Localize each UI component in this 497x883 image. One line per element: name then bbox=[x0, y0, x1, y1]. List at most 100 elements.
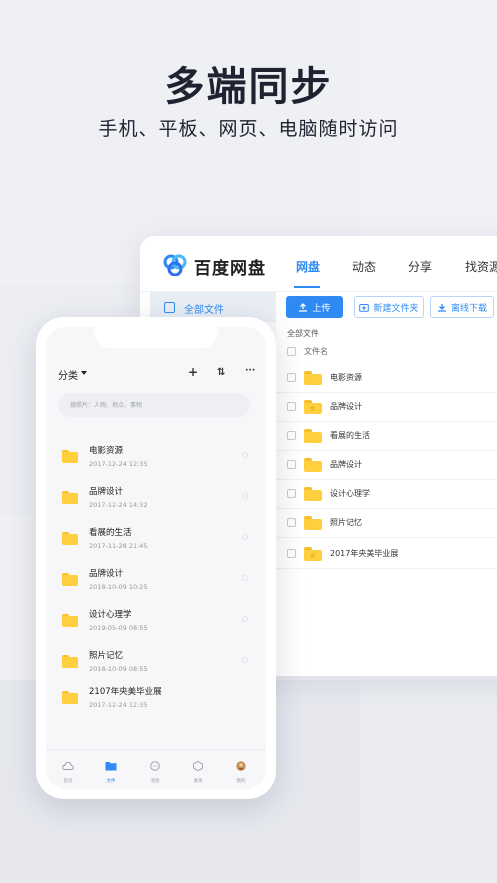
row-checkbox[interactable] bbox=[287, 402, 296, 411]
tab-messages[interactable]: 消息 bbox=[140, 756, 170, 784]
new-folder-label: 新建文件夹 bbox=[373, 303, 419, 314]
tab-label: 首页 bbox=[63, 779, 73, 784]
shared-folder-icon bbox=[304, 400, 322, 414]
column-header-filename[interactable]: 文件名 bbox=[304, 346, 328, 357]
tab-discover[interactable]: 发现 bbox=[183, 756, 213, 784]
nav-share[interactable]: 分享 bbox=[408, 258, 432, 275]
phone-screen: 分类 + ⇅ ··· 搜照片：人物、地点、事物 电影资源 2017-12-24 … bbox=[46, 327, 266, 789]
phone-notch bbox=[94, 327, 218, 348]
nav-netdisk[interactable]: 网盘 bbox=[296, 258, 320, 275]
upload-label: 上传 bbox=[312, 303, 331, 314]
file-date: 2017-12-24 14:32 bbox=[89, 501, 148, 509]
nav-find-resources[interactable]: 找资源 bbox=[465, 258, 497, 275]
file-name: 设计心理学 bbox=[89, 610, 132, 620]
row-checkbox[interactable] bbox=[287, 518, 296, 527]
bottom-tab-bar: 首页 文件 消息 发现 我的 bbox=[46, 749, 266, 789]
folder-icon bbox=[304, 429, 322, 443]
new-folder-button[interactable]: 新建文件夹 bbox=[354, 296, 424, 318]
file-name: 2017年央美毕业展 bbox=[330, 549, 399, 558]
tab-label: 消息 bbox=[150, 779, 160, 784]
file-name: 照片记忆 bbox=[330, 518, 362, 527]
file-row[interactable]: 电影资源 bbox=[276, 364, 497, 393]
file-name: 看展的生活 bbox=[89, 528, 132, 538]
upload-icon bbox=[299, 302, 308, 312]
folder-icon bbox=[105, 762, 117, 771]
upload-button[interactable]: 上传 bbox=[286, 296, 343, 318]
desktop-top-bar: 百度网盘 网盘 动态 分享 找资源 bbox=[140, 236, 497, 292]
folder-icon bbox=[62, 450, 78, 463]
tab-label: 我的 bbox=[236, 779, 246, 784]
more-button[interactable]: ··· bbox=[245, 366, 255, 376]
brand-name: 百度网盘 bbox=[194, 259, 266, 279]
files-icon bbox=[164, 302, 175, 313]
select-radio[interactable] bbox=[242, 452, 248, 458]
offline-download-label: 离线下载 bbox=[450, 303, 487, 314]
file-date: 2019-05-09 08:55 bbox=[89, 624, 148, 632]
phone-frame: 分类 + ⇅ ··· 搜照片：人物、地点、事物 电影资源 2017-12-24 … bbox=[36, 317, 276, 799]
folder-icon bbox=[304, 371, 322, 385]
download-icon bbox=[437, 303, 446, 312]
file-row[interactable]: 照片记忆 bbox=[276, 509, 497, 538]
breadcrumb[interactable]: 全部文件 bbox=[287, 328, 319, 339]
select-radio[interactable] bbox=[242, 575, 248, 581]
sort-button[interactable]: ⇅ bbox=[217, 367, 225, 378]
nav-activity[interactable]: 动态 bbox=[352, 258, 376, 275]
list-item[interactable]: 电影资源 2017-12-24 12:35 bbox=[46, 440, 266, 480]
folder-icon bbox=[62, 573, 78, 586]
list-item[interactable]: 品牌设计 2017-12-24 14:32 bbox=[46, 481, 266, 521]
category-filter[interactable]: 分类 bbox=[58, 367, 78, 382]
file-date: 2018-10-09 10:25 bbox=[89, 583, 148, 591]
select-radio[interactable] bbox=[242, 493, 248, 499]
folder-icon bbox=[304, 516, 322, 530]
row-checkbox[interactable] bbox=[287, 431, 296, 440]
search-placeholder: 搜照片：人物、地点、事物 bbox=[70, 402, 143, 409]
file-row[interactable]: 品牌设计 bbox=[276, 393, 497, 422]
tab-files[interactable]: 文件 bbox=[96, 756, 126, 784]
file-list-header: 文件名 bbox=[287, 346, 497, 364]
list-item[interactable]: 2107年央美毕业展 2017-12-24 12:35 bbox=[46, 681, 266, 721]
file-name: 品牌设计 bbox=[89, 569, 124, 579]
list-item[interactable]: 照片记忆 2018-10-09 08:55 bbox=[46, 645, 266, 685]
file-row[interactable]: 2017年央美毕业展 bbox=[276, 540, 497, 569]
row-checkbox[interactable] bbox=[287, 489, 296, 498]
select-all-checkbox[interactable] bbox=[287, 347, 296, 356]
row-checkbox[interactable] bbox=[287, 549, 296, 558]
folder-icon bbox=[62, 655, 78, 668]
folder-icon bbox=[62, 532, 78, 545]
folder-icon bbox=[62, 491, 78, 504]
search-input[interactable]: 搜照片：人物、地点、事物 bbox=[58, 393, 250, 417]
discover-icon bbox=[193, 760, 203, 772]
file-date: 2018-10-09 08:55 bbox=[89, 665, 148, 673]
list-item[interactable]: 设计心理学 2019-05-09 08:55 bbox=[46, 604, 266, 644]
active-nav-indicator bbox=[294, 286, 320, 288]
file-date: 2017-12-24 12:35 bbox=[89, 460, 148, 468]
row-checkbox[interactable] bbox=[287, 460, 296, 469]
headline: 多端同步 bbox=[164, 64, 333, 110]
select-radio[interactable] bbox=[242, 616, 248, 622]
file-row[interactable]: 设计心理学 bbox=[276, 480, 497, 509]
new-folder-icon bbox=[359, 303, 370, 312]
list-item[interactable]: 品牌设计 2018-10-09 10:25 bbox=[46, 563, 266, 603]
select-radio[interactable] bbox=[242, 534, 248, 540]
row-checkbox[interactable] bbox=[287, 373, 296, 382]
caret-down-icon[interactable] bbox=[81, 371, 87, 375]
folder-icon bbox=[304, 458, 322, 472]
tab-home[interactable]: 首页 bbox=[53, 756, 83, 784]
add-button[interactable]: + bbox=[188, 365, 198, 379]
file-name: 2107年央美毕业展 bbox=[89, 687, 162, 697]
file-name: 品牌设计 bbox=[330, 460, 362, 469]
shared-folder-icon bbox=[304, 547, 322, 561]
file-row[interactable]: 品牌设计 bbox=[276, 451, 497, 480]
tab-me[interactable]: 我的 bbox=[226, 756, 256, 784]
file-row[interactable]: 看展的生活 bbox=[276, 422, 497, 451]
file-name: 电影资源 bbox=[330, 373, 362, 382]
subheadline: 手机、平板、网页、电脑随时访问 bbox=[98, 118, 399, 140]
folder-icon bbox=[62, 614, 78, 627]
file-name: 品牌设计 bbox=[89, 487, 124, 497]
file-name: 设计心理学 bbox=[330, 489, 370, 498]
file-date: 2017-12-24 12:35 bbox=[89, 701, 148, 709]
folder-icon bbox=[62, 691, 78, 704]
list-item[interactable]: 看展的生活 2017-11-28 21:45 bbox=[46, 522, 266, 562]
select-radio[interactable] bbox=[242, 657, 248, 663]
offline-download-button[interactable]: 离线下载 bbox=[430, 296, 494, 318]
